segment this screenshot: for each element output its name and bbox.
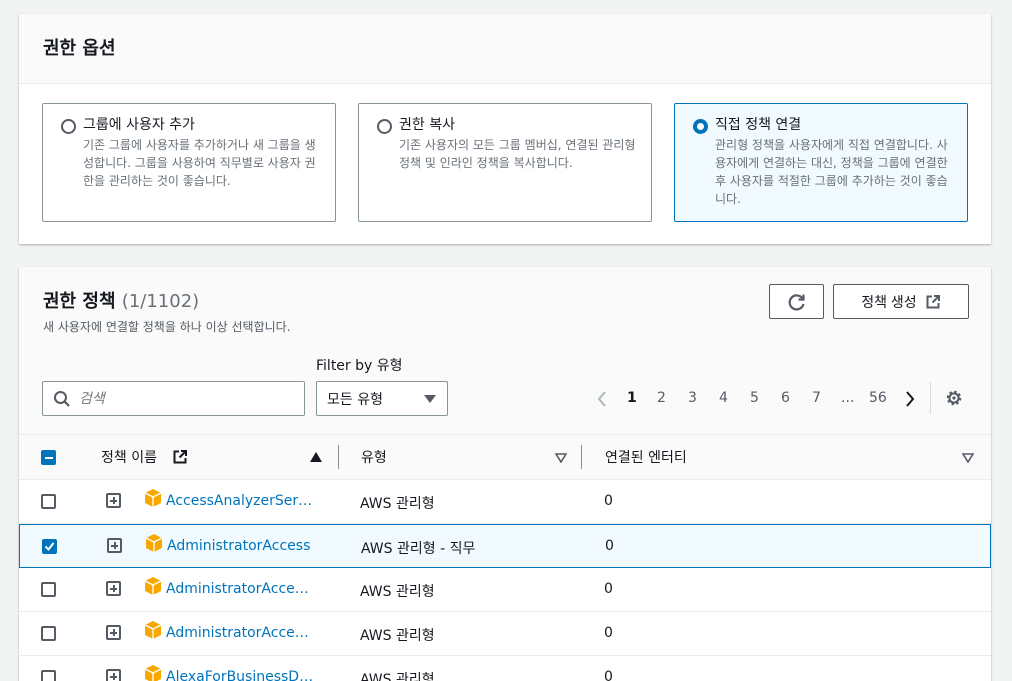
policy-type: AWS 관리형 xyxy=(360,628,435,644)
policy-type: AWS 관리형 xyxy=(360,584,435,600)
option-title: 직접 정책 연결 xyxy=(715,117,802,133)
row-checkbox[interactable] xyxy=(41,494,56,509)
refresh-button[interactable] xyxy=(769,284,824,319)
expand-plus-icon[interactable] xyxy=(106,493,121,508)
page-7[interactable]: 7 xyxy=(812,390,821,406)
page-56[interactable]: 56 xyxy=(869,390,887,406)
expand-plus-icon[interactable] xyxy=(106,581,121,596)
policies-subtitle: 새 사용자에 연결할 정책을 하나 이상 선택합니다. xyxy=(43,320,291,334)
radio-attach-policies[interactable] xyxy=(693,119,708,134)
expand-plus-icon[interactable] xyxy=(107,538,122,553)
policies-header: 권한 정책 (1/1102) 새 사용자에 연결할 정책을 하나 이상 선택합니… xyxy=(19,267,991,434)
expand-plus-icon[interactable] xyxy=(106,669,121,681)
type-filter-value: 모든 유형 xyxy=(327,391,383,408)
page-5[interactable]: 5 xyxy=(750,390,759,406)
option-title: 권한 복사 xyxy=(399,117,455,133)
page-3[interactable]: 3 xyxy=(688,390,697,406)
column-divider xyxy=(338,445,339,469)
radio-add-to-group[interactable] xyxy=(61,119,76,134)
page-ellipsis: ... xyxy=(841,390,855,406)
policy-name-link[interactable]: AccessAnalyzerServiceRolePolicy xyxy=(166,493,314,509)
page-1[interactable]: 1 xyxy=(627,390,637,406)
column-divider xyxy=(581,445,582,469)
external-link-icon xyxy=(926,294,940,308)
policy-entities: 0 xyxy=(604,669,613,681)
page-2[interactable]: 2 xyxy=(657,390,666,406)
table-row[interactable]: AdministratorAccess-Amplify AWS 관리형 0 xyxy=(19,568,991,612)
radio-copy-permissions[interactable] xyxy=(377,119,392,134)
policies-title: 권한 정책 (1/1102) xyxy=(43,287,199,313)
row-checkbox[interactable] xyxy=(41,626,56,641)
page-4[interactable]: 4 xyxy=(719,390,728,406)
page-6[interactable]: 6 xyxy=(781,390,790,406)
policy-type: AWS 관리형 - 직무 xyxy=(361,541,476,557)
policy-type: AWS 관리형 xyxy=(360,672,435,681)
option-description: 관리형 정책을 사용자에게 직접 연결합니다. 사용자에게 연결하는 대신, 정… xyxy=(715,138,948,206)
option-attach-policies[interactable]: 직접 정책 연결 관리형 정책을 사용자에게 직접 연결합니다. 사용자에게 연… xyxy=(674,103,968,222)
column-header-entities[interactable]: 연결된 엔터티 xyxy=(605,447,687,467)
search-icon xyxy=(54,390,70,407)
column-header-type[interactable]: 유형 xyxy=(361,447,387,467)
option-description: 기존 그룹에 사용자를 추가하거나 새 그룹을 생성합니다. 그룹을 사용하여 … xyxy=(83,138,316,188)
policy-entities: 0 xyxy=(605,538,614,554)
policy-name-link[interactable]: AlexaForBusinessDeviceSetup xyxy=(166,669,314,681)
option-description: 기존 사용자의 모든 그룹 멤버십, 연결된 관리형 정책 및 인라인 정책을 … xyxy=(399,138,636,170)
chevron-right-icon[interactable] xyxy=(903,389,917,409)
policy-entities: 0 xyxy=(604,581,613,597)
option-title: 그룹에 사용자 추가 xyxy=(83,117,195,133)
chevron-left-icon[interactable] xyxy=(595,389,609,409)
refresh-icon xyxy=(788,293,805,310)
policy-name-link[interactable]: AdministratorAccess-AWSElasticBeanstalk xyxy=(166,625,314,641)
filter-type-label: Filter by 유형 xyxy=(316,358,403,374)
gear-icon[interactable] xyxy=(944,388,964,408)
select-all-checkbox[interactable] xyxy=(41,450,56,465)
policy-name-link[interactable]: AdministratorAccess-Amplify xyxy=(166,581,314,597)
permission-options-title: 권한 옵션 xyxy=(43,38,116,59)
policy-entities: 0 xyxy=(604,493,613,509)
search-box xyxy=(42,381,305,416)
expand-plus-icon[interactable] xyxy=(106,625,121,640)
sort-icon[interactable] xyxy=(555,453,567,463)
aws-managed-icon xyxy=(144,489,162,507)
policy-name-link[interactable]: AdministratorAccess xyxy=(167,538,327,554)
aws-managed-icon xyxy=(145,534,163,552)
permission-options-panel: 권한 옵션 그룹에 사용자 추가 기존 그룹에 사용자를 추가하거나 새 그룹을… xyxy=(19,14,991,244)
policies-title-text: 권한 정책 xyxy=(43,291,116,312)
option-add-to-group[interactable]: 그룹에 사용자 추가 기존 그룹에 사용자를 추가하거나 새 그룹을 생성합니다… xyxy=(42,103,336,222)
policy-type: AWS 관리형 xyxy=(360,496,435,512)
table-row-selected[interactable]: AdministratorAccess AWS 관리형 - 직무 0 xyxy=(19,524,991,568)
policies-count: (1/1102) xyxy=(121,291,200,312)
option-copy-permissions[interactable]: 권한 복사 기존 사용자의 모든 그룹 멤버십, 연결된 관리형 정책 및 인라… xyxy=(358,103,652,222)
sort-ascending-icon[interactable] xyxy=(310,452,322,462)
table-header: 정책 이름 유형 연결된 엔터티 xyxy=(19,434,991,480)
aws-managed-icon xyxy=(144,577,162,595)
row-checkbox-checked[interactable] xyxy=(42,539,57,554)
row-checkbox[interactable] xyxy=(41,670,56,681)
type-filter-select[interactable]: 모든 유형 xyxy=(316,381,448,416)
indeterminate-mark xyxy=(44,456,53,459)
table-row[interactable]: AccessAnalyzerServiceRolePolicy AWS 관리형 … xyxy=(19,480,991,524)
aws-managed-icon xyxy=(144,621,162,639)
aws-managed-icon xyxy=(144,665,162,681)
column-header-name[interactable]: 정책 이름 xyxy=(101,447,157,467)
permission-options-header: 권한 옵션 xyxy=(19,14,991,84)
table-row[interactable]: AdministratorAccess-AWSElasticBeanstalk … xyxy=(19,612,991,656)
external-link-icon[interactable] xyxy=(172,449,188,465)
policy-entities: 0 xyxy=(604,625,613,641)
caret-down-icon xyxy=(424,395,436,403)
create-policy-label: 정책 생성 xyxy=(861,293,917,310)
pagination-divider xyxy=(930,382,931,414)
checkmark-icon xyxy=(44,542,55,552)
create-policy-button[interactable]: 정책 생성 xyxy=(833,284,969,319)
search-input[interactable] xyxy=(79,390,279,407)
table-row[interactable]: AlexaForBusinessDeviceSetup AWS 관리형 0 xyxy=(19,656,991,681)
column-name-label: 정책 이름 xyxy=(101,450,157,466)
row-checkbox[interactable] xyxy=(41,582,56,597)
permission-policies-panel: 권한 정책 (1/1102) 새 사용자에 연결할 정책을 하나 이상 선택합니… xyxy=(19,267,991,681)
sort-icon[interactable] xyxy=(962,453,974,463)
